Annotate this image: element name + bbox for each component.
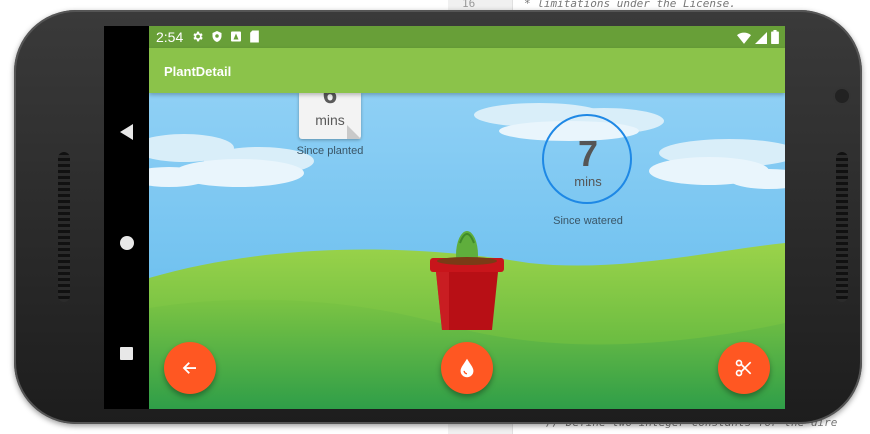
nav-home-button[interactable] (104, 223, 149, 263)
planted-caption: Since planted (296, 145, 364, 157)
watered-value: 7 (577, 133, 599, 174)
back-arrow-icon (182, 362, 196, 374)
speaker-grille (58, 152, 70, 302)
app-screen: 2:54 PlantDetail 6 mins Since planted 7 … (149, 26, 785, 409)
watered-unit: mins (574, 174, 602, 189)
home-circle-icon (119, 236, 134, 250)
water-drop-icon (460, 358, 474, 378)
battery-icon (771, 30, 779, 49)
nav-recents-button[interactable] (104, 333, 149, 373)
water-fab-button[interactable] (441, 342, 493, 394)
page-curl-icon (347, 125, 361, 139)
scissors-icon (735, 359, 752, 377)
planted-card: 6 mins (299, 79, 361, 139)
sd-card-icon (249, 30, 260, 43)
app-bar: PlantDetail (149, 48, 785, 93)
nav-back-button[interactable] (104, 112, 149, 152)
line-number: 16 (462, 0, 476, 10)
prune-fab-button[interactable] (718, 342, 770, 394)
recents-square-icon (120, 346, 133, 360)
cell-signal-icon (755, 31, 767, 49)
front-camera (835, 89, 849, 103)
app-title: PlantDetail (164, 64, 232, 79)
code-comment-line: * limitations under the License. (524, 0, 736, 10)
shield-icon (211, 30, 223, 43)
watered-caption: Since watered (553, 215, 623, 227)
status-bar: 2:54 (149, 26, 785, 48)
speaker-grille (836, 152, 848, 302)
garden-scene: 6 mins Since planted 7 mins Since watere… (149, 79, 785, 409)
app-icon (230, 30, 242, 43)
wifi-icon (737, 31, 751, 49)
navigation-bar (104, 26, 149, 409)
status-time: 2:54 (156, 29, 184, 45)
gear-icon (191, 30, 204, 43)
cloud (649, 139, 785, 189)
back-fab-button[interactable] (164, 342, 216, 394)
back-triangle-icon (120, 124, 133, 140)
